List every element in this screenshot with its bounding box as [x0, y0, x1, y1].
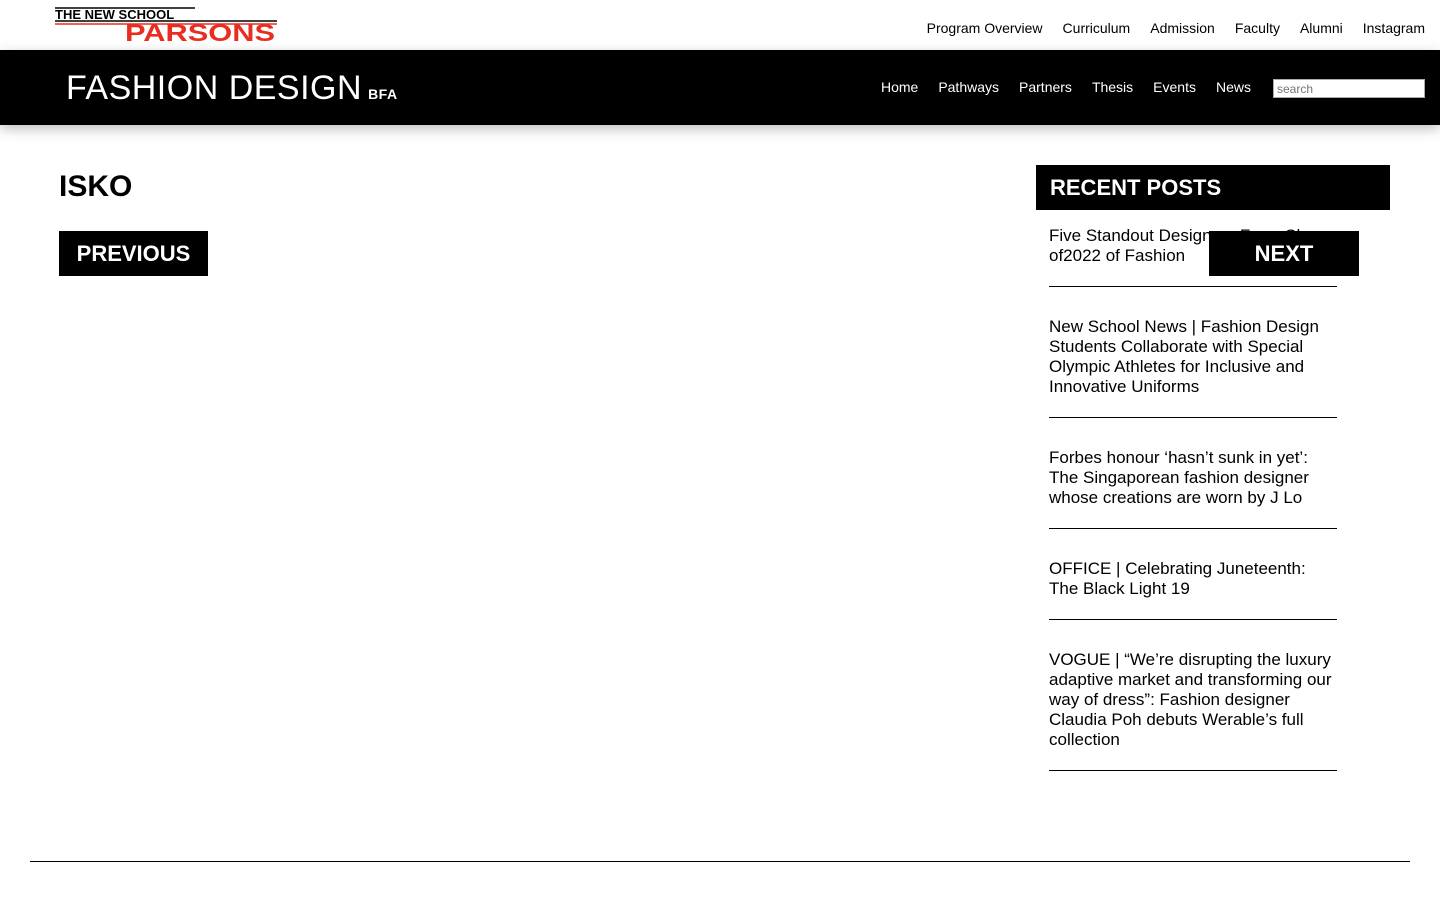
logo-line2: PARSONS [125, 20, 275, 44]
list-item: Forbes honour ‘hasn’t sunk in yet’: The … [1049, 448, 1337, 529]
utility-link-alumni[interactable]: Alumni [1300, 19, 1343, 37]
search-input[interactable] [1273, 79, 1425, 98]
nav-link-partners[interactable]: Partners [1019, 78, 1072, 96]
list-item: New School News | Fashion Design Student… [1049, 317, 1337, 418]
nav-link-pathways[interactable]: Pathways [938, 78, 999, 96]
list-item: VOGUE | “We’re disrupting the luxury ada… [1049, 650, 1337, 771]
site-title[interactable]: FASHION DESIGN BFA [66, 68, 398, 114]
footer-divider [30, 861, 1410, 862]
main-nav: Home Pathways Partners Thesis Events New… [861, 78, 1251, 96]
recent-post-link[interactable]: Forbes honour ‘hasn’t sunk in yet’: The … [1049, 448, 1337, 508]
parsons-logo[interactable]: THE NEW SCHOOL PARSONS [55, 6, 277, 44]
nav-link-news[interactable]: News [1216, 78, 1251, 96]
nav-link-events[interactable]: Events [1153, 78, 1196, 96]
page-title: ISKO [59, 170, 133, 203]
recent-posts-list: Five Standout Designers From Class of202… [1049, 226, 1337, 801]
next-button[interactable]: NEXT [1209, 231, 1359, 276]
utility-link-program-overview[interactable]: Program Overview [927, 19, 1043, 37]
site-title-text: FASHION DESIGN [66, 69, 363, 107]
utility-link-admission[interactable]: Admission [1150, 19, 1215, 37]
site-header-bar: FASHION DESIGN BFA Home Pathways Partners… [0, 50, 1440, 125]
utility-link-curriculum[interactable]: Curriculum [1063, 19, 1131, 37]
nav-link-thesis[interactable]: Thesis [1092, 78, 1133, 96]
utility-nav: Program Overview Curriculum Admission Fa… [907, 19, 1425, 37]
nav-link-home[interactable]: Home [881, 78, 918, 96]
utility-bar: THE NEW SCHOOL PARSONS Program Overview … [0, 0, 1440, 50]
previous-button[interactable]: PREVIOUS [59, 231, 208, 276]
utility-link-instagram[interactable]: Instagram [1363, 19, 1425, 37]
recent-posts-heading: RECENT POSTS [1036, 165, 1390, 210]
recent-post-link[interactable]: OFFICE | Celebrating Juneteenth: The Bla… [1049, 559, 1337, 599]
site-title-suffix: BFA [368, 86, 398, 102]
utility-link-faculty[interactable]: Faculty [1235, 19, 1280, 37]
recent-post-link[interactable]: VOGUE | “We’re disrupting the luxury ada… [1049, 650, 1337, 750]
recent-post-link[interactable]: New School News | Fashion Design Student… [1049, 317, 1337, 397]
recent-posts-sidebar: RECENT POSTS Five Standout Designers Fro… [1036, 165, 1390, 771]
list-item: OFFICE | Celebrating Juneteenth: The Bla… [1049, 559, 1337, 620]
